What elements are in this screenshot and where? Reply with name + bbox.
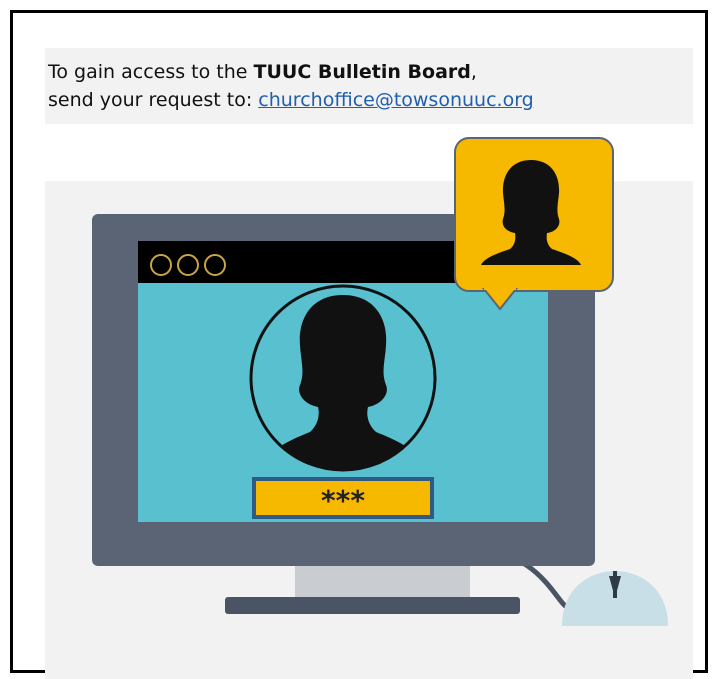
- user-chat-bubble: [454, 137, 614, 311]
- monitor-base: [225, 597, 520, 614]
- login-illustration: ***: [92, 137, 668, 626]
- monitor-neck: [295, 563, 470, 598]
- computer-mouse-icon: [562, 571, 668, 626]
- password-mask: ***: [321, 484, 365, 517]
